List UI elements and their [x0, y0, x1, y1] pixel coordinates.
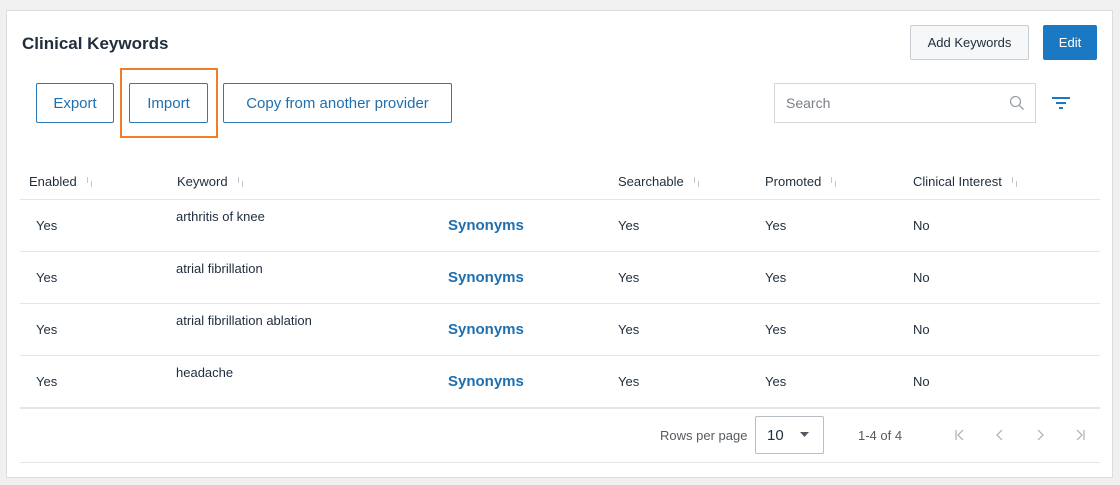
page-title: Clinical Keywords [22, 34, 169, 53]
copy-from-provider-button[interactable]: Copy from another provider [223, 83, 452, 123]
next-page-icon[interactable] [1030, 425, 1050, 445]
cell-enabled: Yes [36, 218, 58, 233]
table-row: Yes atrial fibrillation ablation Synonym… [20, 304, 1100, 356]
edit-button[interactable]: Edit [1043, 25, 1097, 60]
sort-icon[interactable] [1010, 176, 1019, 188]
search-icon[interactable] [999, 95, 1035, 111]
table-row: Yes headache Synonyms Yes Yes No [20, 356, 1100, 408]
clinical-keywords-card: Clinical Keywords Add Keywords Edit Expo… [6, 10, 1113, 478]
synonyms-link[interactable]: Synonyms [448, 373, 524, 390]
cell-promoted: Yes [765, 218, 787, 233]
rows-per-page-select[interactable]: 10 [755, 416, 824, 454]
table-row: Yes arthritis of knee Synonyms Yes Yes N… [20, 200, 1100, 252]
cell-keyword: atrial fibrillation ablation [176, 313, 312, 328]
search-box [774, 83, 1036, 123]
sort-icon[interactable] [85, 176, 94, 188]
cell-keyword: headache [176, 365, 234, 380]
column-header-promoted-label: Promoted [765, 174, 822, 189]
rows-per-page-value: 10 [767, 426, 784, 444]
table-header: Enabled Keyword Searchable Promoted Clin… [20, 163, 1100, 200]
cell-searchable: Yes [618, 218, 640, 233]
cell-clinical-interest: No [913, 322, 930, 337]
cell-enabled: Yes [36, 270, 58, 285]
chevron-down-icon [800, 432, 809, 438]
column-header-enabled-label: Enabled [29, 174, 77, 189]
column-header-searchable[interactable]: Searchable [618, 174, 701, 189]
cell-promoted: Yes [765, 322, 787, 337]
filter-icon[interactable] [1050, 93, 1072, 113]
cell-clinical-interest: No [913, 374, 930, 389]
cell-searchable: Yes [618, 322, 640, 337]
column-header-searchable-label: Searchable [618, 174, 684, 189]
export-button[interactable]: Export [36, 83, 114, 123]
cell-keyword: atrial fibrillation [176, 261, 263, 276]
sort-icon[interactable] [829, 176, 838, 188]
sort-icon[interactable] [692, 176, 701, 188]
table-row: Yes atrial fibrillation Synonyms Yes Yes… [20, 252, 1100, 304]
column-header-clinical-interest-label: Clinical Interest [913, 174, 1002, 189]
sort-icon[interactable] [236, 176, 245, 188]
cell-searchable: Yes [618, 270, 640, 285]
first-page-icon[interactable] [950, 425, 970, 445]
last-page-icon[interactable] [1070, 425, 1090, 445]
cell-enabled: Yes [36, 374, 58, 389]
pagination-bar: Rows per page 10 1-4 of 4 [20, 409, 1100, 463]
previous-page-icon[interactable] [990, 425, 1010, 445]
column-header-clinical-interest[interactable]: Clinical Interest [913, 174, 1019, 189]
cell-searchable: Yes [618, 374, 640, 389]
synonyms-link[interactable]: Synonyms [448, 321, 524, 338]
search-input[interactable] [775, 84, 999, 122]
cell-clinical-interest: No [913, 218, 930, 233]
cell-promoted: Yes [765, 270, 787, 285]
column-header-keyword-label: Keyword [177, 174, 228, 189]
add-keywords-button[interactable]: Add Keywords [910, 25, 1029, 60]
column-header-promoted[interactable]: Promoted [765, 174, 838, 189]
rows-per-page-label: Rows per page [660, 428, 748, 443]
import-button[interactable]: Import [129, 83, 208, 123]
cell-keyword: arthritis of knee [176, 209, 265, 224]
cell-clinical-interest: No [913, 270, 930, 285]
synonyms-link[interactable]: Synonyms [448, 217, 524, 234]
cell-promoted: Yes [765, 374, 787, 389]
column-header-keyword[interactable]: Keyword [177, 174, 245, 189]
synonyms-link[interactable]: Synonyms [448, 269, 524, 286]
column-header-enabled[interactable]: Enabled [29, 174, 94, 189]
cell-enabled: Yes [36, 322, 58, 337]
pagination-range: 1-4 of 4 [858, 428, 903, 443]
